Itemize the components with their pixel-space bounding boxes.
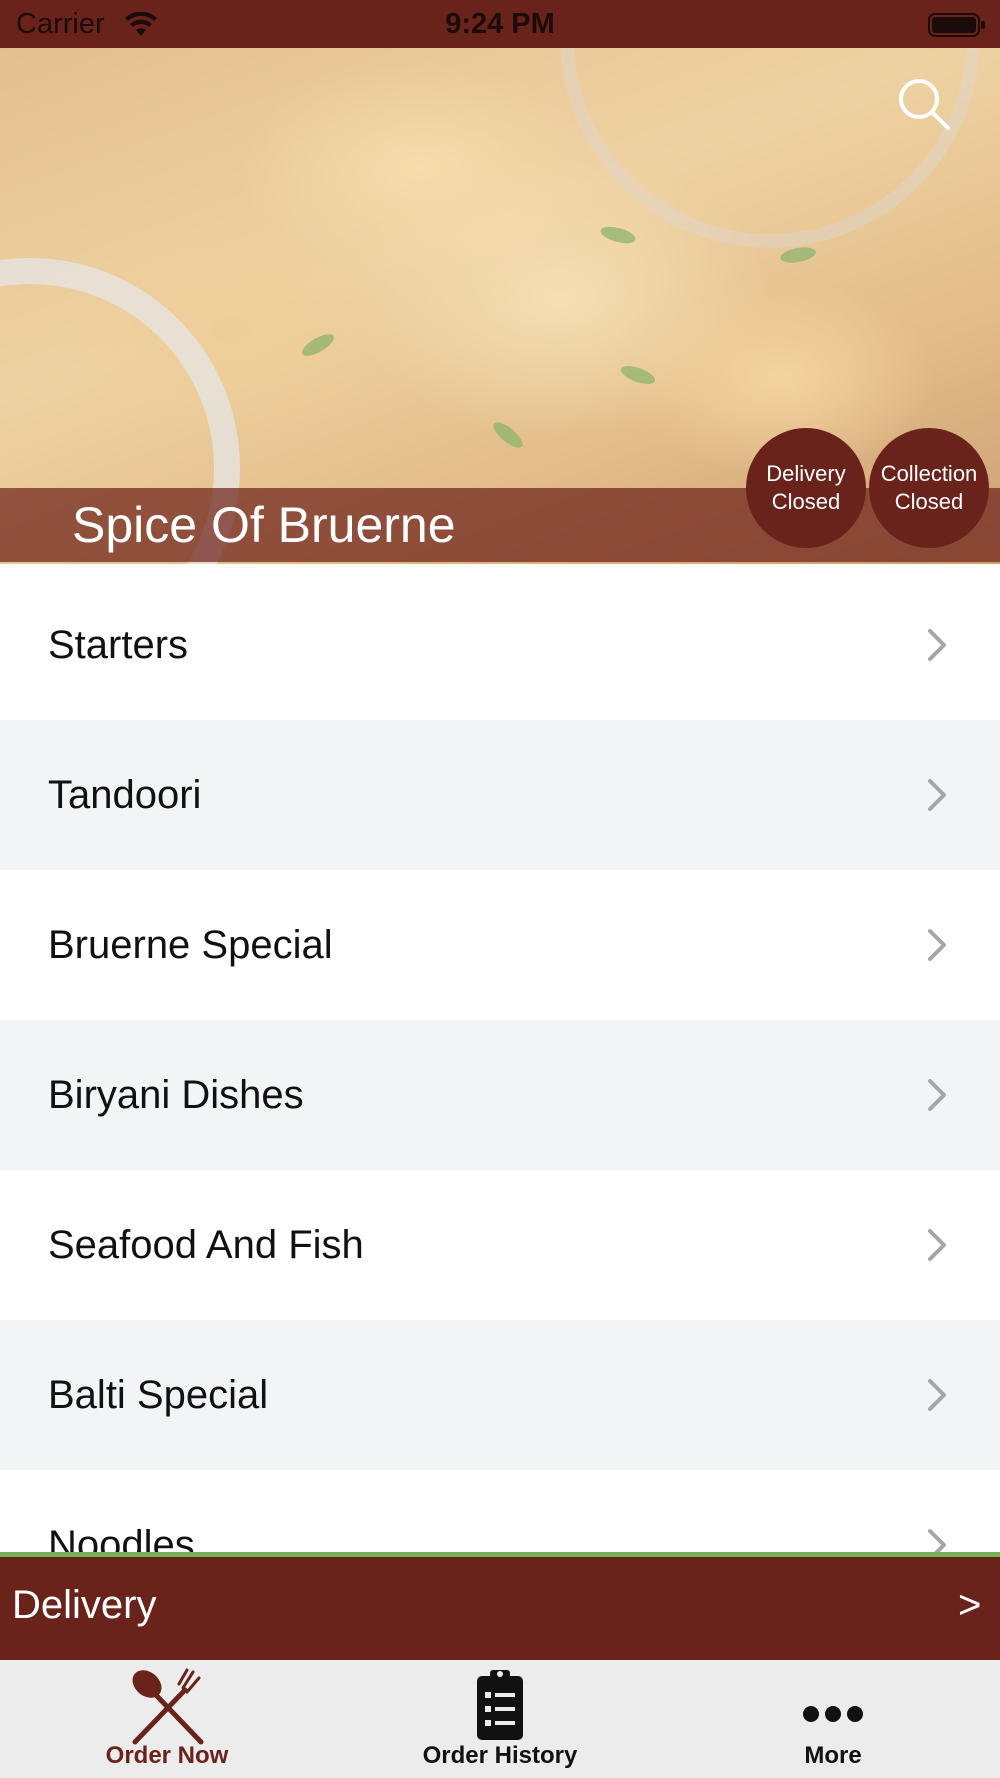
tab-order-now[interactable]: Order Now [0, 1660, 334, 1778]
restaurant-name: Spice Of Bruerne [72, 497, 456, 553]
category-label: Balti Special [48, 1372, 269, 1417]
battery-icon [928, 13, 985, 37]
delivery-mode-bar[interactable]: Delivery > [0, 1557, 1000, 1660]
chevron-right-icon [928, 1229, 946, 1261]
tab-order-now-label: Order Now [105, 1742, 229, 1769]
tab-order-history[interactable]: Order History [333, 1660, 667, 1778]
category-label: Biryani Dishes [48, 1072, 304, 1117]
tab-order-history-label: Order History [422, 1742, 578, 1769]
delivery-arrow-icon: > [958, 1583, 982, 1627]
collection-status-badge: Collection Closed [869, 428, 989, 548]
chevron-right-icon [928, 929, 946, 961]
collection-status-value: Closed [894, 489, 964, 514]
more-dots-icon [803, 1706, 863, 1722]
category-label: Starters [48, 622, 189, 667]
delivery-status-title: Delivery [766, 461, 846, 486]
search-icon[interactable] [896, 76, 952, 132]
tab-bar: Order Now Order History More [0, 1660, 1000, 1778]
category-label: Tandoori [48, 772, 202, 817]
category-row-noodles[interactable]: Noodles [0, 1470, 1000, 1556]
tab-more[interactable]: More [666, 1660, 1000, 1778]
fork-and-spoon-icon [132, 1668, 204, 1745]
delivery-status-value: Closed [771, 489, 841, 514]
category-label: Bruerne Special [48, 922, 333, 967]
chevron-right-icon [928, 629, 946, 661]
category-row-tandoori[interactable]: Tandoori [0, 720, 1000, 870]
category-row-biryani-dishes[interactable]: Biryani Dishes [0, 1020, 1000, 1170]
status-bar: Carrier 9:24 PM [0, 0, 1000, 48]
tab-more-label: More [804, 1742, 862, 1769]
delivery-status-badge: Delivery Closed [746, 428, 866, 548]
collection-status-title: Collection [880, 461, 978, 486]
clock: 9:24 PM [445, 8, 555, 40]
delivery-mode-label: Delivery [12, 1583, 157, 1627]
chevron-right-icon [928, 1079, 946, 1111]
category-row-starters[interactable]: Starters [0, 570, 1000, 720]
category-label: Noodles [48, 1522, 195, 1557]
category-list: Starters Tandoori Bruerne Special Biryan… [0, 570, 1000, 1556]
chevron-right-icon [928, 1379, 946, 1411]
chevron-right-icon [928, 779, 946, 811]
category-row-seafood-and-fish[interactable]: Seafood And Fish [0, 1170, 1000, 1320]
category-row-bruerne-special[interactable]: Bruerne Special [0, 870, 1000, 1020]
category-row-balti-special[interactable]: Balti Special [0, 1320, 1000, 1470]
clipboard-list-icon [477, 1670, 523, 1740]
category-label: Seafood And Fish [48, 1222, 364, 1267]
